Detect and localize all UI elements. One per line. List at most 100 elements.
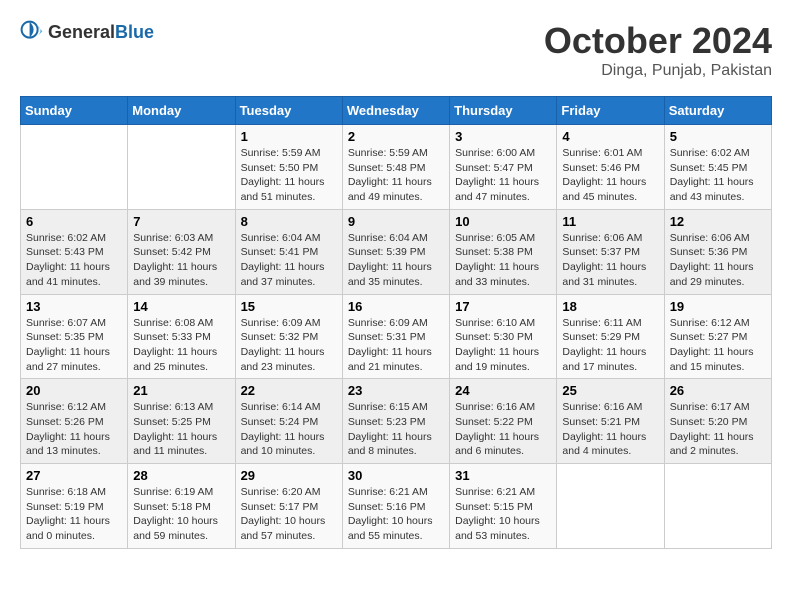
day-number: 23 bbox=[348, 383, 444, 398]
day-info: Sunrise: 6:12 AMSunset: 5:27 PMDaylight:… bbox=[670, 316, 766, 375]
location-title: Dinga, Punjab, Pakistan bbox=[544, 62, 772, 80]
day-number: 4 bbox=[562, 129, 658, 144]
weekday-header: Sunday bbox=[21, 97, 128, 125]
calendar-day-cell: 10Sunrise: 6:05 AMSunset: 5:38 PMDayligh… bbox=[450, 209, 557, 294]
day-info: Sunrise: 6:04 AMSunset: 5:39 PMDaylight:… bbox=[348, 231, 444, 290]
calendar-day-cell bbox=[21, 125, 128, 210]
day-info: Sunrise: 6:01 AMSunset: 5:46 PMDaylight:… bbox=[562, 146, 658, 205]
calendar-day-cell: 5Sunrise: 6:02 AMSunset: 5:45 PMDaylight… bbox=[664, 125, 771, 210]
day-number: 28 bbox=[133, 468, 229, 483]
day-number: 6 bbox=[26, 214, 122, 229]
calendar-day-cell bbox=[128, 125, 235, 210]
day-number: 25 bbox=[562, 383, 658, 398]
day-info: Sunrise: 6:08 AMSunset: 5:33 PMDaylight:… bbox=[133, 316, 229, 375]
calendar-day-cell: 16 Sunrise: 6:09 AMSunset: 5:31 PMDayligh… bbox=[342, 294, 449, 379]
weekday-header: Wednesday bbox=[342, 97, 449, 125]
day-info: Sunrise: 6:09 AMSunset: 5:31 PMDaylight:… bbox=[348, 316, 444, 375]
day-number: 13 bbox=[26, 299, 122, 314]
day-info: Sunrise: 6:09 AMSunset: 5:32 PMDaylight:… bbox=[241, 316, 337, 375]
calendar-day-cell: 15 Sunrise: 6:09 AMSunset: 5:32 PMDayligh… bbox=[235, 294, 342, 379]
calendar-day-cell: 31Sunrise: 6:21 AMSunset: 5:15 PMDayligh… bbox=[450, 464, 557, 549]
weekday-header: Tuesday bbox=[235, 97, 342, 125]
logo: GeneralBlue bbox=[20, 20, 154, 44]
calendar-body: 1Sunrise: 5:59 AMSunset: 5:50 PMDaylight… bbox=[21, 125, 772, 549]
calendar-day-cell: 8 Sunrise: 6:04 AMSunset: 5:41 PMDaylight… bbox=[235, 209, 342, 294]
day-info: Sunrise: 6:16 AMSunset: 5:22 PMDaylight:… bbox=[455, 400, 551, 459]
day-info: Sunrise: 6:18 AMSunset: 5:19 PMDaylight:… bbox=[26, 485, 122, 544]
calendar-table: SundayMondayTuesdayWednesdayThursdayFrid… bbox=[20, 96, 772, 549]
calendar-week-row: 27Sunrise: 6:18 AMSunset: 5:19 PMDayligh… bbox=[21, 464, 772, 549]
calendar-day-cell: 30Sunrise: 6:21 AMSunset: 5:16 PMDayligh… bbox=[342, 464, 449, 549]
day-info: Sunrise: 6:03 AMSunset: 5:42 PMDaylight:… bbox=[133, 231, 229, 290]
day-info: Sunrise: 6:20 AMSunset: 5:17 PMDaylight:… bbox=[241, 485, 337, 544]
logo-general: General bbox=[48, 22, 115, 42]
day-info: Sunrise: 6:04 AMSunset: 5:41 PMDaylight:… bbox=[241, 231, 337, 290]
calendar-day-cell: 23 Sunrise: 6:15 AMSunset: 5:23 PMDayligh… bbox=[342, 379, 449, 464]
day-info: Sunrise: 6:00 AMSunset: 5:47 PMDaylight:… bbox=[455, 146, 551, 205]
day-number: 10 bbox=[455, 214, 551, 229]
day-info: Sunrise: 5:59 AMSunset: 5:48 PMDaylight:… bbox=[348, 146, 444, 205]
calendar-day-cell: 26 Sunrise: 6:17 AMSunset: 5:20 PMDayligh… bbox=[664, 379, 771, 464]
day-number: 14 bbox=[133, 299, 229, 314]
day-info: Sunrise: 6:06 AMSunset: 5:37 PMDaylight:… bbox=[562, 231, 658, 290]
day-number: 21 bbox=[133, 383, 229, 398]
calendar-day-cell: 18 Sunrise: 6:11 AMSunset: 5:29 PMDayligh… bbox=[557, 294, 664, 379]
calendar-day-cell: 14 Sunrise: 6:08 AMSunset: 5:33 PMDayligh… bbox=[128, 294, 235, 379]
logo-icon bbox=[20, 20, 44, 44]
calendar-week-row: 20Sunrise: 6:12 AMSunset: 5:26 PMDayligh… bbox=[21, 379, 772, 464]
calendar-day-cell: 28 Sunrise: 6:19 AMSunset: 5:18 PMDayligh… bbox=[128, 464, 235, 549]
calendar-day-cell: 27Sunrise: 6:18 AMSunset: 5:19 PMDayligh… bbox=[21, 464, 128, 549]
calendar-day-cell: 9 Sunrise: 6:04 AMSunset: 5:39 PMDaylight… bbox=[342, 209, 449, 294]
day-number: 15 bbox=[241, 299, 337, 314]
day-info: Sunrise: 6:19 AMSunset: 5:18 PMDaylight:… bbox=[133, 485, 229, 544]
calendar-day-cell: 7 Sunrise: 6:03 AMSunset: 5:42 PMDaylight… bbox=[128, 209, 235, 294]
day-number: 1 bbox=[241, 129, 337, 144]
day-info: Sunrise: 6:16 AMSunset: 5:21 PMDaylight:… bbox=[562, 400, 658, 459]
weekday-header: Thursday bbox=[450, 97, 557, 125]
calendar-day-cell bbox=[557, 464, 664, 549]
day-number: 8 bbox=[241, 214, 337, 229]
calendar-day-cell: 13 Sunrise: 6:07 AMSunset: 5:35 PMDayligh… bbox=[21, 294, 128, 379]
day-info: Sunrise: 6:12 AMSunset: 5:26 PMDaylight:… bbox=[26, 400, 122, 459]
day-number: 18 bbox=[562, 299, 658, 314]
day-info: Sunrise: 6:21 AMSunset: 5:15 PMDaylight:… bbox=[455, 485, 551, 544]
day-info: Sunrise: 6:02 AMSunset: 5:43 PMDaylight:… bbox=[26, 231, 122, 290]
day-number: 11 bbox=[562, 214, 658, 229]
day-info: Sunrise: 6:10 AMSunset: 5:30 PMDaylight:… bbox=[455, 316, 551, 375]
month-title: October 2024 bbox=[544, 20, 772, 62]
day-info: Sunrise: 6:11 AMSunset: 5:29 PMDaylight:… bbox=[562, 316, 658, 375]
day-info: Sunrise: 6:06 AMSunset: 5:36 PMDaylight:… bbox=[670, 231, 766, 290]
calendar-day-cell: 19 Sunrise: 6:12 AMSunset: 5:27 PMDayligh… bbox=[664, 294, 771, 379]
calendar-day-cell: 4 Sunrise: 6:01 AMSunset: 5:46 PMDaylight… bbox=[557, 125, 664, 210]
day-number: 24 bbox=[455, 383, 551, 398]
day-number: 12 bbox=[670, 214, 766, 229]
day-number: 29 bbox=[241, 468, 337, 483]
weekday-header: Friday bbox=[557, 97, 664, 125]
day-info: Sunrise: 6:17 AMSunset: 5:20 PMDaylight:… bbox=[670, 400, 766, 459]
day-number: 19 bbox=[670, 299, 766, 314]
calendar-week-row: 13 Sunrise: 6:07 AMSunset: 5:35 PMDayligh… bbox=[21, 294, 772, 379]
calendar-day-cell: 25 Sunrise: 6:16 AMSunset: 5:21 PMDayligh… bbox=[557, 379, 664, 464]
day-info: Sunrise: 6:07 AMSunset: 5:35 PMDaylight:… bbox=[26, 316, 122, 375]
day-info: Sunrise: 6:14 AMSunset: 5:24 PMDaylight:… bbox=[241, 400, 337, 459]
day-number: 26 bbox=[670, 383, 766, 398]
calendar-day-cell: 24 Sunrise: 6:16 AMSunset: 5:22 PMDayligh… bbox=[450, 379, 557, 464]
day-info: Sunrise: 6:13 AMSunset: 5:25 PMDaylight:… bbox=[133, 400, 229, 459]
calendar-header: SundayMondayTuesdayWednesdayThursdayFrid… bbox=[21, 97, 772, 125]
calendar-week-row: 1Sunrise: 5:59 AMSunset: 5:50 PMDaylight… bbox=[21, 125, 772, 210]
calendar-day-cell: 6 Sunrise: 6:02 AMSunset: 5:43 PMDaylight… bbox=[21, 209, 128, 294]
day-number: 17 bbox=[455, 299, 551, 314]
day-info: Sunrise: 6:15 AMSunset: 5:23 PMDaylight:… bbox=[348, 400, 444, 459]
day-number: 9 bbox=[348, 214, 444, 229]
day-number: 7 bbox=[133, 214, 229, 229]
calendar-day-cell: 22 Sunrise: 6:14 AMSunset: 5:24 PMDayligh… bbox=[235, 379, 342, 464]
day-number: 5 bbox=[670, 129, 766, 144]
calendar-day-cell: 1Sunrise: 5:59 AMSunset: 5:50 PMDaylight… bbox=[235, 125, 342, 210]
weekday-header: Saturday bbox=[664, 97, 771, 125]
calendar-day-cell bbox=[664, 464, 771, 549]
day-number: 22 bbox=[241, 383, 337, 398]
calendar-day-cell: 11 Sunrise: 6:06 AMSunset: 5:37 PMDayligh… bbox=[557, 209, 664, 294]
logo-blue: Blue bbox=[115, 22, 154, 42]
day-number: 16 bbox=[348, 299, 444, 314]
weekday-row: SundayMondayTuesdayWednesdayThursdayFrid… bbox=[21, 97, 772, 125]
